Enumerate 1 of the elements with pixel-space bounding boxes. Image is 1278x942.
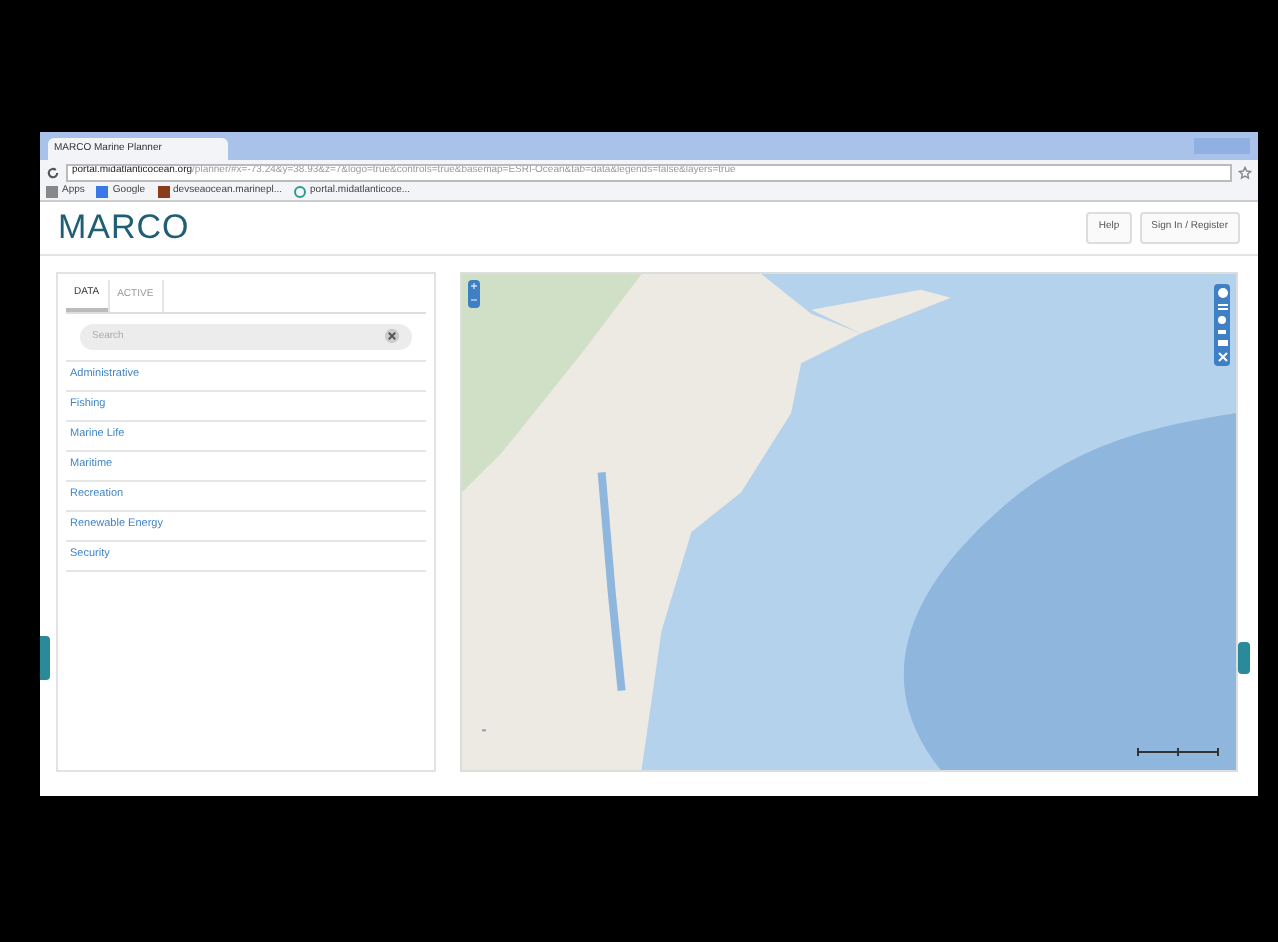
marco-logo[interactable]: MARCO xyxy=(58,202,190,254)
